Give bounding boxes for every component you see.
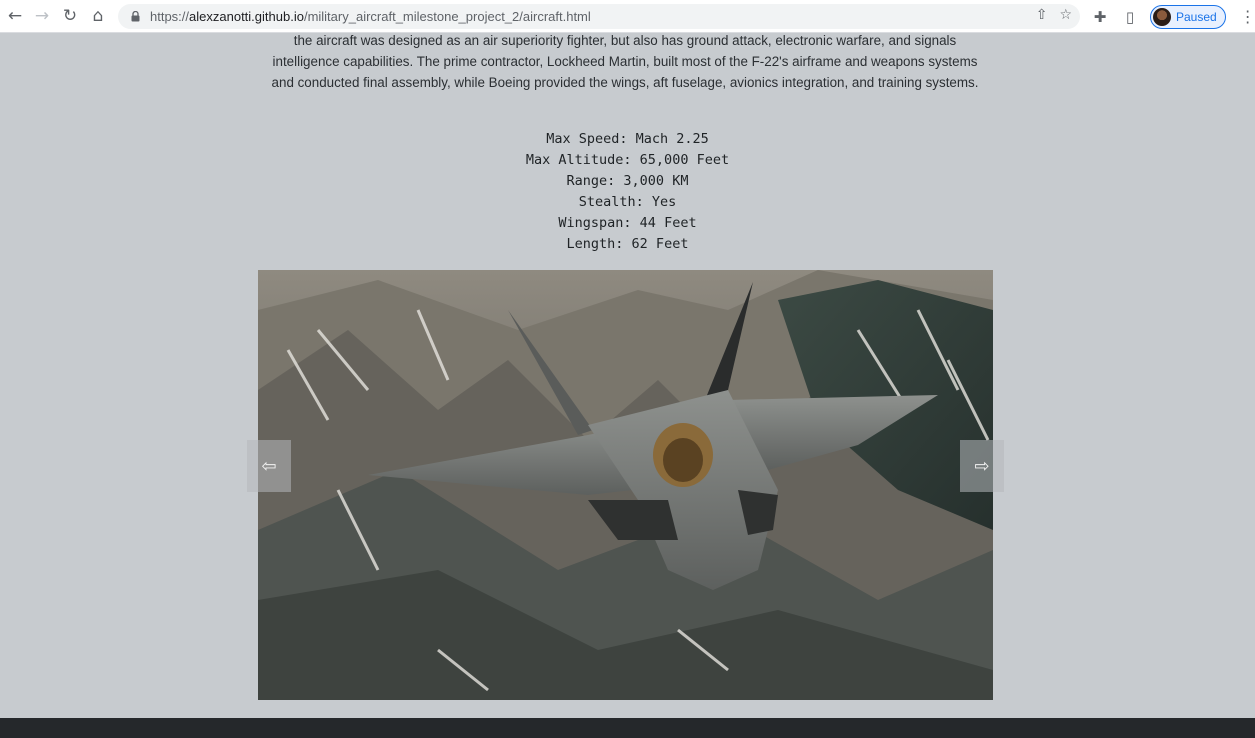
forward-arrow-icon[interactable]: → bbox=[28, 2, 56, 30]
spec-length: Length: 62 Feet bbox=[566, 236, 689, 252]
spec-max-altitude: Max Altitude: 65,000 Feet bbox=[525, 152, 730, 168]
share-icon[interactable]: ⇧ bbox=[1036, 7, 1048, 23]
back-arrow-icon[interactable]: ← bbox=[1, 2, 29, 30]
carousel-next-button[interactable]: ⇨ bbox=[960, 440, 1004, 492]
bookmark-star-icon[interactable]: ☆ bbox=[1059, 7, 1072, 23]
extensions-puzzle-icon[interactable]: ✚ bbox=[1090, 8, 1110, 26]
side-panel-icon[interactable]: ▯ bbox=[1120, 8, 1140, 26]
browser-toolbar: ← → ↻ ⌂ https://alexzanotti.github.io/mi… bbox=[0, 0, 1255, 33]
page-footer bbox=[0, 718, 1255, 738]
profile-button[interactable]: Paused bbox=[1150, 4, 1226, 29]
carousel-prev-button[interactable]: ⇦ bbox=[247, 440, 291, 492]
menu-kebab-icon[interactable]: ⋮ bbox=[1240, 7, 1255, 26]
address-bar[interactable]: https://alexzanotti.github.io/military_a… bbox=[118, 4, 1080, 29]
home-icon[interactable]: ⌂ bbox=[84, 2, 112, 30]
f22-photo bbox=[258, 270, 993, 700]
aircraft-description: the aircraft was designed as an air supe… bbox=[271, 33, 979, 90]
url-text: https://alexzanotti.github.io/military_a… bbox=[150, 9, 591, 24]
profile-status: Paused bbox=[1176, 9, 1217, 24]
spec-range: Range: 3,000 KM bbox=[566, 173, 689, 189]
spec-stealth: Stealth: Yes bbox=[578, 194, 677, 210]
lock-icon bbox=[128, 10, 142, 24]
spec-wingspan: Wingspan: 44 Feet bbox=[558, 215, 697, 231]
spec-max-speed: Max Speed: Mach 2.25 bbox=[546, 131, 709, 147]
aircraft-image-carousel bbox=[258, 270, 993, 700]
avatar bbox=[1153, 7, 1171, 26]
url-path: /military_aircraft_milestone_project_2/a… bbox=[303, 9, 591, 24]
url-scheme: https:// bbox=[150, 9, 190, 24]
url-host: alexzanotti.github.io bbox=[189, 9, 304, 24]
reload-icon[interactable]: ↻ bbox=[56, 2, 84, 30]
aircraft-specs: Max Speed: Mach 2.25 Max Altitude: 65,00… bbox=[0, 129, 1255, 255]
